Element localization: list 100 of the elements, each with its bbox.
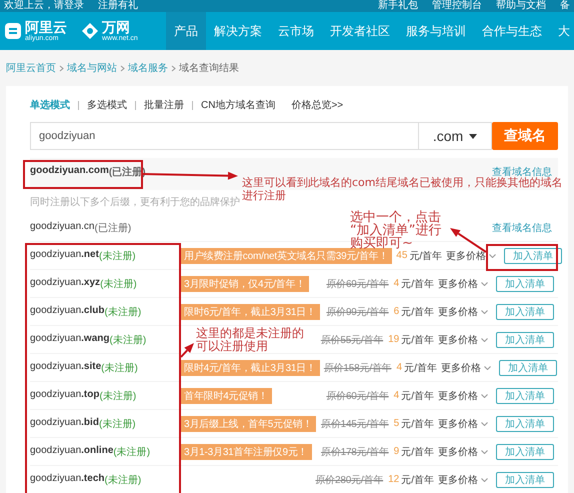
status-label: (未注册) [101,362,138,374]
domain-input[interactable]: goodziyuan [30,122,418,150]
price-value: 6 [394,306,400,317]
add-to-list-button[interactable]: 加入清单 [496,416,554,432]
mode-tab[interactable]: 价格总览>> [291,98,344,112]
mode-tab[interactable]: 多选模式 [87,98,127,112]
annotation-text: “加入清单”进行 [350,224,442,237]
price-value: 19 [388,334,400,345]
status-label: (未注册) [110,334,146,346]
add-to-list-button[interactable]: 加入清单 [496,332,554,348]
diamond-logo-icon [82,23,98,39]
nav-item[interactable]: 开发者社区 [322,12,398,50]
mode-tab[interactable]: CN地方域名查询 [201,98,276,112]
add-to-list-button[interactable]: 加入清单 [496,444,554,460]
top-link[interactable]: 备 [560,0,570,12]
breadcrumb-link[interactable]: 域名服务 [128,61,168,75]
add-to-list-button[interactable]: 加入清单 [496,472,554,488]
cloud-logo-icon [5,23,21,39]
price-value: 4 [394,390,400,401]
status-label: (未注册) [104,306,142,318]
promo-tag: 3月1-3月31首年注册仅9元！ [180,444,312,460]
domain-name: goodziyuan.xyz [30,276,100,290]
promo-tag: 3月后缀上线，首年5元促销！ [180,416,316,432]
price-unit: 元/首年 [401,446,434,458]
original-price: 原价99元/首年 [326,306,389,318]
more-prices-link[interactable]: 更多价格 [438,332,488,346]
status-label: (未注册) [113,446,150,458]
nav-item[interactable]: 合作与生态 [474,12,550,50]
more-prices-link[interactable]: 更多价格 [438,388,488,402]
promo-tag: 限时6元/首年，截止3月31日！ [180,304,320,320]
price-unit: 元/首年 [401,474,434,486]
logo-text: 万网 [102,20,130,34]
more-prices-link[interactable]: 更多价格 [438,276,488,290]
price-unit: 元/首年 [401,278,434,290]
status-label: (未注册) [99,390,136,402]
chevron-icon [481,338,488,342]
nav-item[interactable]: 云市场 [270,12,322,50]
annotation-text: 选中一个，点击 [350,211,441,224]
add-to-list-button[interactable]: 加入清单 [496,304,554,320]
original-price: 原价178元/首年 [320,446,389,458]
mode-tab[interactable]: 批量注册 [144,98,184,112]
price-value: 9 [394,446,400,457]
price-unit: 元/首年 [401,334,434,346]
domain-name: goodziyuan.com [30,165,109,178]
search-button[interactable]: 查域名 [492,122,558,150]
chevron-icon [489,254,496,258]
more-prices-link[interactable]: 更多价格 [438,472,488,486]
price-unit: 元/首年 [401,418,434,430]
promo-tag: 限时4元/首年，截止3月31日！ [180,360,320,376]
original-price: 原价280元/首年 [315,474,384,486]
more-prices-link[interactable]: 更多价格 [438,304,488,318]
annotation-box [486,244,558,271]
annotation-text: 购买即可~ [350,237,413,250]
more-prices-link[interactable]: 更多价格 [446,248,496,262]
more-prices-link[interactable]: 更多价格 [440,360,491,374]
status-label: (未注册) [98,418,136,430]
promo-tag: 用户续费注册com/net英文域名只需39元/首年！ [180,248,392,264]
add-to-list-button[interactable]: 加入清单 [498,360,557,376]
caret-icon [469,134,478,138]
domain-name: goodziyuan.cn [30,220,94,234]
top-link[interactable]: 管理控制台 [432,0,482,12]
status-label: (未注册) [104,474,142,486]
price-value: 45 [396,250,408,261]
nav-item[interactable]: 服务与培训 [398,12,474,50]
suffix-dropdown[interactable]: .com [418,122,492,150]
breadcrumb-current: 域名查询结果 [179,62,239,75]
mode-tab[interactable]: 单选模式 [30,98,70,112]
domain-name: goodziyuan.top [30,388,100,402]
annotation-text: 这里可以看到此域名的com结尾域名已被使用，只能换其他的域名 [242,176,562,189]
original-price: 原价158元/首年 [324,362,392,374]
more-prices-link[interactable]: 更多价格 [438,416,488,430]
chevron-icon [481,310,488,314]
chevron-icon [481,478,488,482]
annotation-arrow [180,343,194,358]
status-label: (未注册) [98,250,136,262]
chevron-icon [120,64,125,72]
nav-item[interactable]: 解决方案 [206,12,270,50]
promo-tag: 3月限时促销，仅4元/首年！ [180,276,310,292]
chevron-icon [484,366,491,370]
domain-name: goodziyuan.wang [30,332,110,346]
annotation-text: 进行注册 [242,189,286,202]
price-unit: 元/首年 [404,362,437,374]
add-to-list-button[interactable]: 加入清单 [496,276,554,292]
price-unit: 元/首年 [401,390,434,402]
nav-item[interactable]: 产品 [166,12,206,50]
breadcrumb-link[interactable]: 域名与网站 [67,61,117,75]
add-to-list-button[interactable]: 加入清单 [504,248,562,264]
price-unit: 元/首年 [409,250,442,262]
price-value: 12 [388,474,400,485]
domain-name: goodziyuan.tech [30,472,104,486]
add-to-list-button[interactable]: 加入清单 [496,388,554,404]
original-price: 原价145元/首年 [320,418,389,430]
chevron-icon [481,394,488,398]
status-label: (已注册) [94,222,132,234]
domain-info-link[interactable]: 查看域名信息 [492,220,552,234]
nav-item[interactable]: 大 [550,12,574,50]
breadcrumb-link[interactable]: 阿里云首页 [6,61,56,75]
domain-name: goodziyuan.bid [30,416,99,430]
more-prices-link[interactable]: 更多价格 [438,444,488,458]
price-value: 4 [396,362,402,373]
